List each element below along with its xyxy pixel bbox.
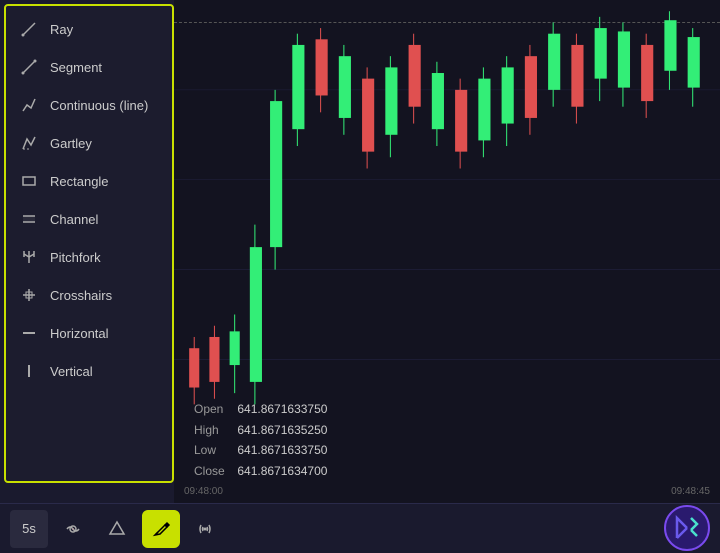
tool-item-ray[interactable]: Ray <box>6 10 172 48</box>
crosshairs-icon <box>20 286 38 304</box>
signal-icon <box>195 519 215 539</box>
wave-icon <box>63 519 83 539</box>
tool-label-ray: Ray <box>50 22 73 37</box>
tool-item-vertical[interactable]: Vertical <box>6 352 172 390</box>
anchor-tool-button[interactable] <box>98 510 136 548</box>
tool-item-rectangle[interactable]: Rectangle <box>6 162 172 200</box>
open-label: Open <box>194 399 234 419</box>
tool-item-continuous-line[interactable]: Continuous (line) <box>6 86 172 124</box>
tool-menu: Ray Segment Continuous (line) <box>4 4 174 483</box>
close-value: 641.8671634700 <box>237 464 327 478</box>
rectangle-icon <box>20 172 38 190</box>
logo <box>664 505 710 551</box>
low-label: Low <box>194 440 234 460</box>
price-info: Open 641.8671633750 High 641.8671635250 … <box>194 399 327 481</box>
tool-label-rectangle: Rectangle <box>50 174 109 189</box>
tool-label-horizontal: Horizontal <box>50 326 109 341</box>
close-label: Close <box>194 461 234 481</box>
high-label: High <box>194 420 234 440</box>
channel-icon <box>20 210 38 228</box>
ray-icon <box>20 20 38 38</box>
tool-label-segment: Segment <box>50 60 102 75</box>
low-value: 641.8671633750 <box>237 443 327 457</box>
tool-item-pitchfork[interactable]: Pitchfork <box>6 238 172 276</box>
logo-svg <box>669 510 705 546</box>
continuous-line-icon <box>20 96 38 114</box>
triangle-icon <box>107 519 127 539</box>
tool-item-channel[interactable]: Channel <box>6 200 172 238</box>
draw-tool-button[interactable] <box>142 510 180 548</box>
tool-item-segment[interactable]: Segment <box>6 48 172 86</box>
tool-label-crosshairs: Crosshairs <box>50 288 112 303</box>
wave-tool-button[interactable] <box>54 510 92 548</box>
bottom-toolbar: 5s <box>0 503 720 553</box>
time-label-2: 09:48:45 <box>671 486 710 497</box>
time-labels: 09:48:00 09:48:45 <box>174 481 720 501</box>
main-area: Ray Segment Continuous (line) <box>0 0 720 553</box>
tool-label-channel: Channel <box>50 212 98 227</box>
time-label-1: 09:48:00 <box>184 486 223 497</box>
signal-tool-button[interactable] <box>186 510 224 548</box>
tool-label-gartley: Gartley <box>50 136 92 151</box>
segment-icon <box>20 58 38 76</box>
pencil-icon <box>151 519 171 539</box>
tool-label-continuous-line: Continuous (line) <box>50 98 148 113</box>
tool-item-horizontal[interactable]: Horizontal <box>6 314 172 352</box>
tool-label-pitchfork: Pitchfork <box>50 250 101 265</box>
high-value: 641.8671635250 <box>237 423 327 437</box>
tool-item-crosshairs[interactable]: Crosshairs <box>6 276 172 314</box>
tool-item-gartley[interactable]: Gartley <box>6 124 172 162</box>
tool-label-vertical: Vertical <box>50 364 93 379</box>
open-value: 641.8671633750 <box>237 402 327 416</box>
chart-area: Open 641.8671633750 High 641.8671635250 … <box>174 0 720 553</box>
vertical-icon <box>20 362 38 380</box>
horizontal-icon <box>20 324 38 342</box>
interval-button[interactable]: 5s <box>10 510 48 548</box>
gartley-icon <box>20 134 38 152</box>
pitchfork-icon <box>20 248 38 266</box>
